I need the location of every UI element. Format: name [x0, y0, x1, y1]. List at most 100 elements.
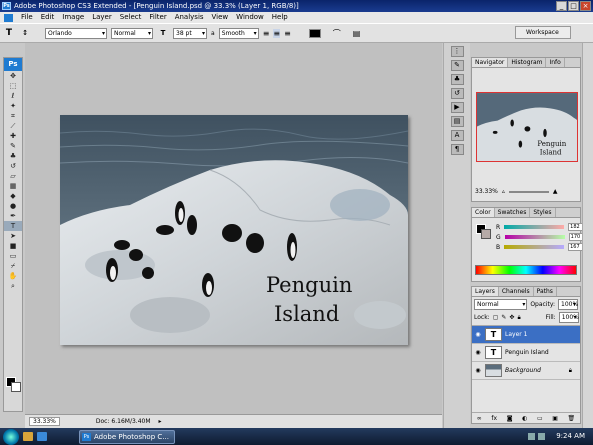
taskbar-photoshop-button[interactable]: Adobe Photoshop C...: [79, 429, 175, 444]
navigator-preview[interactable]: Penguin Island: [476, 92, 578, 162]
move-tool-icon[interactable]: ✥: [4, 71, 22, 81]
paragraph-icon[interactable]: ¶: [450, 144, 464, 155]
orientation-toggle-icon[interactable]: ↕: [19, 29, 31, 37]
font-style-select[interactable]: Normal: [111, 27, 153, 39]
layer-row[interactable]: ◉ Background 🔒︎: [472, 362, 580, 380]
eyedropper-tool-icon[interactable]: ⌿: [4, 261, 22, 271]
visibility-eye-icon[interactable]: ◉: [474, 331, 482, 339]
quick-launch-explorer-icon[interactable]: [23, 432, 33, 441]
color-spectrum-bar[interactable]: [475, 265, 577, 275]
minimize-button[interactable]: _: [556, 1, 567, 11]
tab-paths[interactable]: Paths: [534, 287, 557, 296]
document-canvas[interactable]: Penguin Island: [60, 115, 408, 345]
text-color-swatch[interactable]: [308, 28, 321, 38]
clone-stamp-tool-icon[interactable]: ♣: [4, 151, 22, 161]
layer-mask-icon[interactable]: ◙: [507, 415, 513, 422]
antialias-select[interactable]: Smooth: [218, 27, 259, 39]
menu-edit[interactable]: Edit: [37, 12, 59, 23]
lock-transparent-icon[interactable]: ▢: [493, 314, 499, 321]
menu-filter[interactable]: Filter: [145, 12, 170, 23]
brushes-panel-icon[interactable]: ⋮: [450, 46, 464, 57]
zoom-level[interactable]: 33.33%: [29, 417, 60, 426]
history-icon[interactable]: ↺: [450, 88, 464, 99]
menu-select[interactable]: Select: [116, 12, 146, 23]
blur-tool-icon[interactable]: ◆: [4, 191, 22, 201]
lock-image-icon[interactable]: ✎: [501, 314, 506, 321]
menu-image[interactable]: Image: [58, 12, 88, 23]
gradient-tool-icon[interactable]: ▦: [4, 181, 22, 191]
navigator-zoom-slider[interactable]: [508, 190, 549, 193]
warp-text-icon[interactable]: ⌒: [333, 28, 341, 39]
layer-row[interactable]: ◉ T Penguin Island: [472, 344, 580, 362]
fill-field[interactable]: 100%: [558, 312, 579, 323]
navigator-zoom[interactable]: 33.33%: [475, 188, 498, 195]
shape-tool-icon[interactable]: ■: [4, 241, 22, 251]
tab-histogram[interactable]: Histogram: [508, 58, 547, 67]
path-selection-tool-icon[interactable]: ➤: [4, 231, 22, 241]
brush-tool-icon[interactable]: ✎: [4, 141, 22, 151]
align-left-icon[interactable]: ≡: [263, 29, 270, 38]
tab-navigator[interactable]: Navigator: [472, 58, 509, 67]
b-slider[interactable]: [504, 245, 565, 249]
type-tool-icon[interactable]: T: [4, 221, 22, 231]
g-slider[interactable]: [504, 235, 565, 239]
marquee-tool-icon[interactable]: ⬚: [4, 81, 22, 91]
align-right-icon[interactable]: ≡: [284, 29, 291, 38]
lock-all-icon[interactable]: 🔒︎: [517, 314, 520, 322]
tab-channels[interactable]: Channels: [499, 287, 534, 296]
menu-window[interactable]: Window: [232, 12, 268, 23]
notes-tool-icon[interactable]: ▭: [4, 251, 22, 261]
layer-row[interactable]: ◉ T Layer 1: [472, 326, 580, 344]
zoom-out-icon[interactable]: ▵: [502, 188, 505, 195]
type-tool-preset-icon[interactable]: T: [3, 28, 15, 38]
healing-brush-tool-icon[interactable]: ✚: [4, 131, 22, 141]
tab-layers[interactable]: Layers: [472, 287, 499, 296]
history-brush-tool-icon[interactable]: ↺: [4, 161, 22, 171]
clock[interactable]: 9:24 AM: [556, 428, 585, 445]
layer-name[interactable]: Layer 1: [505, 331, 527, 338]
workspace-button[interactable]: Workspace: [515, 26, 571, 39]
delete-layer-icon[interactable]: 🗑︎: [568, 415, 576, 422]
layer-name[interactable]: Penguin Island: [505, 349, 549, 356]
eraser-tool-icon[interactable]: ▱: [4, 171, 22, 181]
menu-help[interactable]: Help: [268, 12, 292, 23]
layer-style-icon[interactable]: fx: [491, 415, 497, 422]
layer-comps-icon[interactable]: ▤: [450, 116, 464, 127]
menu-file[interactable]: File: [17, 12, 37, 23]
actions-icon[interactable]: ▶: [450, 102, 464, 113]
new-group-icon[interactable]: ▭: [537, 415, 543, 422]
start-button[interactable]: [3, 428, 19, 445]
island-text-layer[interactable]: Island: [274, 302, 339, 326]
color-background-swatch[interactable]: [481, 229, 491, 239]
tab-styles[interactable]: Styles: [530, 208, 556, 217]
blend-mode-select[interactable]: Normal: [474, 299, 528, 310]
menu-view[interactable]: View: [208, 12, 233, 23]
app-menu-icon[interactable]: [4, 13, 13, 22]
doc-size[interactable]: Doc: 6.16M/3.40M: [96, 418, 151, 425]
pen-tool-icon[interactable]: ✒: [4, 211, 22, 221]
network-icon[interactable]: [528, 433, 535, 440]
magic-wand-tool-icon[interactable]: ✦: [4, 101, 22, 111]
r-slider[interactable]: [504, 225, 565, 229]
hand-tool-icon[interactable]: ✋: [4, 271, 22, 281]
penguin-text-layer[interactable]: Penguin: [266, 273, 352, 297]
slice-tool-icon[interactable]: ⟋: [4, 121, 22, 131]
layer-name[interactable]: Background: [505, 367, 541, 374]
tab-color[interactable]: Color: [472, 208, 495, 217]
lock-position-icon[interactable]: ✥: [509, 314, 514, 321]
crop-tool-icon[interactable]: ⌗: [4, 111, 22, 121]
tab-swatches[interactable]: Swatches: [495, 208, 531, 217]
link-layers-icon[interactable]: ∞: [477, 415, 482, 422]
character-icon[interactable]: A: [450, 130, 464, 141]
align-center-icon[interactable]: ≡: [273, 28, 281, 38]
visibility-eye-icon[interactable]: ◉: [474, 349, 482, 357]
font-size-select[interactable]: 38 pt: [173, 27, 207, 39]
lasso-tool-icon[interactable]: ℓ: [4, 91, 22, 101]
character-panel-icon[interactable]: ▤: [353, 29, 361, 38]
volume-icon[interactable]: [538, 433, 545, 440]
tab-info[interactable]: Info: [546, 58, 565, 67]
quick-launch-ie-icon[interactable]: [37, 432, 47, 441]
maximize-button[interactable]: □: [568, 1, 579, 11]
zoom-in-icon[interactable]: ▲: [553, 188, 558, 195]
menu-layer[interactable]: Layer: [88, 12, 116, 23]
